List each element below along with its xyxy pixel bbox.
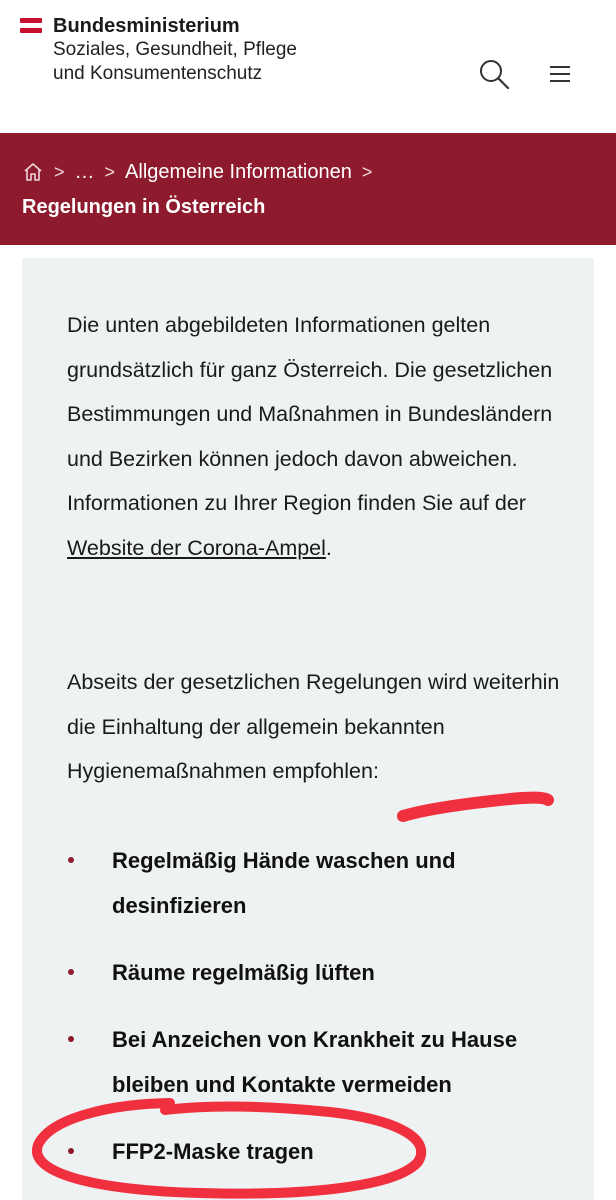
hygiene-list: Regelmäßig Hände waschen und desinfizier… [62,838,582,1174]
home-icon [24,163,42,181]
austria-flag-logo [20,18,42,34]
bullet-dot [68,969,74,975]
ministry-name-line1: Bundesministerium [53,15,240,37]
list-item: Bei Anzeichen von Krankheit zu Hause ble… [62,1017,582,1107]
corona-ampel-link[interactable]: Website der Corona-Ampel [67,536,326,560]
breadcrumb: > … > Allgemeine Informationen > [22,157,382,187]
breadcrumb-home-link[interactable] [22,161,44,183]
intro-paragraph: Die unten abgebildeten Informationen gel… [67,303,577,571]
hygiene-paragraph: Abseits der gesetzlichen Regelungen wird… [67,670,560,784]
ministry-name-line3: und Konsumentenschutz [53,63,263,84]
breadcrumb-parent-link[interactable]: Allgemeine Informationen [125,161,352,184]
list-item: Regelmäßig Hände waschen und desinfizier… [62,838,582,928]
breadcrumb-bar: > … > Allgemeine Informationen > Regelun… [0,133,616,245]
list-item-text: Bei Anzeichen von Krankheit zu Hause ble… [112,1027,518,1097]
bullet-dot [68,1036,74,1042]
intro-period: . [325,535,332,560]
ministry-name-line2: Soziales, Gesundheit, Pflege [53,39,297,60]
search-icon [480,60,510,90]
list-item-text: FFP2-Maske tragen [112,1139,314,1164]
breadcrumb-ellipsis[interactable]: … [75,161,95,184]
breadcrumb-separator: > [54,161,65,182]
list-item-text: Räume regelmäßig lüften [112,960,375,985]
intro-text: Die unten abgebildeten Informationen gel… [67,313,553,516]
bullet-dot [68,857,74,863]
ministry-logo-text[interactable]: Bundesministerium Soziales, Gesundheit, … [53,14,413,86]
search-button[interactable] [475,56,515,96]
list-item: FFP2-Maske tragen [62,1129,582,1174]
bullet-dot [68,1148,74,1154]
list-item: Räume regelmäßig lüften [62,950,582,995]
info-card: Die unten abgebildeten Informationen gel… [22,258,594,1200]
menu-button[interactable] [540,56,580,96]
site-header: Bundesministerium Soziales, Gesundheit, … [0,0,616,133]
hamburger-menu-icon [550,66,570,82]
page-title: Regelungen in Österreich [22,196,266,218]
breadcrumb-separator: > [361,161,373,182]
breadcrumb-separator: > [104,161,116,182]
list-item-text: Regelmäßig Hände waschen und desinfizier… [112,848,456,918]
